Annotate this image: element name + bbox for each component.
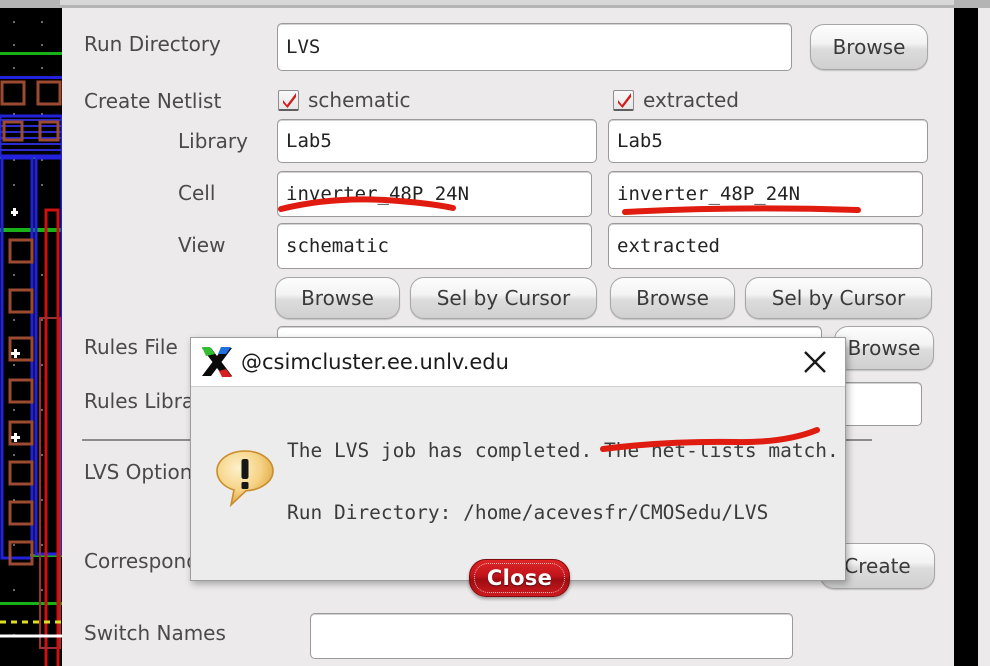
window-top-strip-inner (60, 0, 954, 5)
schematic-checkbox-row[interactable]: schematic (278, 88, 411, 112)
schematic-checkbox-label: schematic (308, 88, 411, 112)
dialog-body: The LVS job has completed. The net-lists… (191, 387, 845, 597)
layout-right-strip (954, 8, 978, 666)
view-schematic-value: schematic (286, 235, 389, 257)
close-icon[interactable] (799, 347, 831, 377)
switch-names-input[interactable] (310, 613, 793, 659)
schematic-browse-button[interactable]: Browse (275, 277, 400, 319)
close-button-label: Close (486, 566, 553, 590)
extracted-browse-button[interactable]: Browse (610, 277, 735, 319)
schematic-sel-by-cursor-button[interactable]: Sel by Cursor (410, 277, 597, 319)
rules-file-label: Rules File (84, 335, 178, 359)
checkmark-icon (283, 92, 296, 108)
run-directory-value: LVS (286, 36, 321, 58)
extracted-checkbox-row[interactable]: extracted (613, 88, 739, 112)
view-extracted-input[interactable]: extracted (608, 223, 923, 269)
close-button[interactable]: Close (469, 559, 570, 597)
library-label: Library (178, 129, 248, 153)
switch-names-label: Switch Names (84, 621, 226, 645)
view-label: View (178, 233, 226, 257)
create-netlist-label: Create Netlist (84, 89, 222, 113)
run-directory-input[interactable]: LVS (277, 23, 792, 71)
library-extracted-input[interactable]: Lab5 (608, 119, 928, 163)
checkmark-icon (618, 92, 631, 108)
lvs-result-dialog: @csimcluster.ee.unlv.edu The LVS job has… (190, 337, 846, 597)
rules-file-browse-button[interactable]: Browse (834, 326, 934, 370)
schematic-checkbox[interactable] (278, 89, 299, 111)
view-extracted-value: extracted (617, 235, 720, 257)
library-extracted-value: Lab5 (617, 130, 663, 152)
close-x-glyph (804, 351, 826, 373)
dialog-titlebar[interactable]: @csimcluster.ee.unlv.edu (191, 338, 845, 387)
run-directory-browse-button[interactable]: Browse (810, 24, 928, 70)
extracted-checkbox[interactable] (613, 89, 634, 111)
view-schematic-input[interactable]: schematic (277, 223, 592, 269)
speech-bubble-exclamation-icon (216, 450, 274, 508)
cell-extracted-input[interactable]: inverter_48P_24N (608, 171, 923, 217)
extracted-checkbox-label: extracted (643, 88, 739, 112)
dialog-title: @csimcluster.ee.unlv.edu (241, 350, 509, 374)
dialog-message-line-2: Run Directory: /home/acevesfr/CMOSedu/LV… (287, 501, 769, 524)
library-schematic-value: Lab5 (286, 130, 332, 152)
cell-schematic-value: inverter_48P_24N (286, 183, 470, 205)
cell-label: Cell (178, 181, 216, 205)
extracted-sel-by-cursor-button[interactable]: Sel by Cursor (745, 277, 932, 319)
cell-extracted-value: inverter_48P_24N (617, 183, 801, 205)
library-schematic-input[interactable]: Lab5 (277, 119, 597, 163)
cell-schematic-input[interactable]: inverter_48P_24N (277, 171, 592, 217)
window-right-gutter (978, 0, 990, 666)
run-directory-label: Run Directory (84, 32, 221, 56)
xorg-logo-icon (202, 347, 232, 377)
dialog-message-line-1: The LVS job has completed. The net-lists… (287, 439, 839, 462)
lvs-options-label: LVS Options (84, 460, 203, 484)
